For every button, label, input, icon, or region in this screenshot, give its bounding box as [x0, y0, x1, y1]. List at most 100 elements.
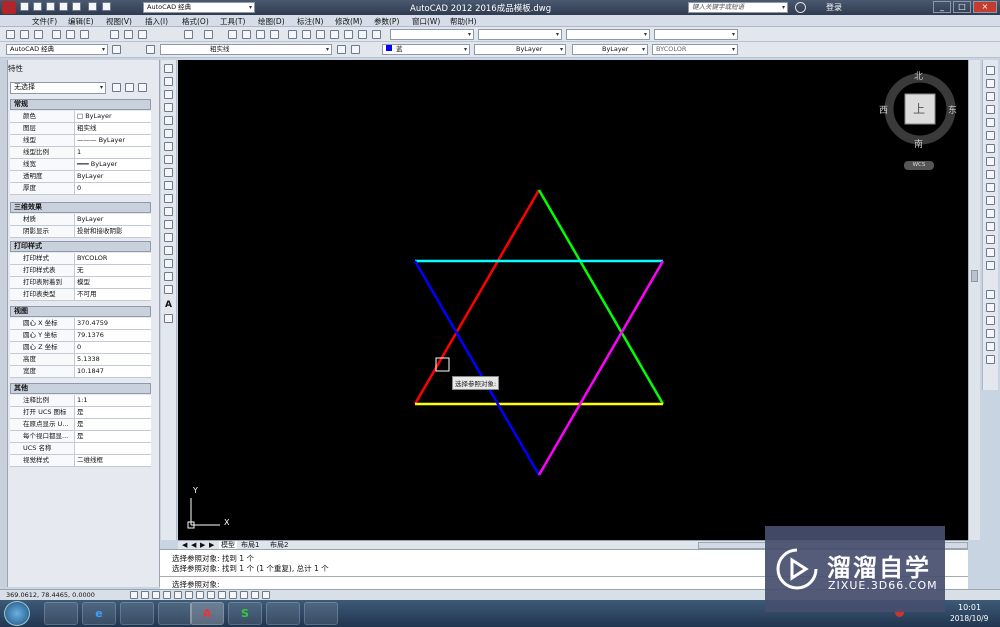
- markup-icon[interactable]: [344, 30, 353, 39]
- open-icon[interactable]: [20, 30, 29, 39]
- publish-icon[interactable]: [80, 30, 89, 39]
- polygon-icon[interactable]: [164, 103, 173, 112]
- menu-modify[interactable]: 修改(M): [335, 16, 362, 27]
- multileader-style-select[interactable]: [654, 29, 738, 40]
- prop-row[interactable]: 图层 粗实线: [10, 123, 151, 135]
- save-icon[interactable]: [34, 30, 43, 39]
- prop-row[interactable]: 打印表类型 不可用: [10, 289, 151, 301]
- viewcube-north[interactable]: 北: [914, 69, 923, 82]
- rotate-icon[interactable]: [986, 144, 995, 153]
- search-input[interactable]: 键入关键字或短语: [688, 2, 788, 13]
- maximize-button[interactable]: □: [953, 1, 971, 13]
- point-icon[interactable]: [164, 233, 173, 242]
- bring-front-icon[interactable]: [986, 303, 995, 312]
- taskbar-notes-icon[interactable]: [266, 602, 300, 625]
- rectangle-icon[interactable]: [164, 116, 173, 125]
- star-edge-blue[interactable]: [413, 260, 541, 476]
- undo-icon[interactable]: [184, 30, 193, 39]
- taskbar-autocad-icon[interactable]: A: [190, 602, 224, 625]
- select-objects-icon[interactable]: [125, 83, 134, 92]
- scroll-thumb[interactable]: [971, 270, 978, 282]
- stretch-icon[interactable]: [986, 170, 995, 179]
- help-icon[interactable]: [372, 30, 381, 39]
- extend-icon[interactable]: [986, 196, 995, 205]
- taskbar-folder-icon[interactable]: [120, 602, 154, 625]
- menu-tools[interactable]: 工具(T): [220, 16, 245, 27]
- open-icon[interactable]: [33, 2, 42, 11]
- taskbar-app-icon[interactable]: [158, 602, 192, 625]
- prop-row[interactable]: 在原点显示 U... 是: [10, 419, 151, 431]
- qp-icon[interactable]: [251, 591, 259, 599]
- tab-nav-first[interactable]: ◀: [182, 541, 187, 549]
- join-icon[interactable]: [986, 222, 995, 231]
- prop-row[interactable]: 透明度 ByLayer: [10, 171, 151, 183]
- menu-view[interactable]: 视图(V): [106, 16, 132, 27]
- section-general[interactable]: 常规: [10, 99, 151, 110]
- array-icon[interactable]: [986, 118, 995, 127]
- insert-block-icon[interactable]: [164, 207, 173, 216]
- make-current-icon[interactable]: [337, 45, 346, 54]
- move-icon[interactable]: [986, 131, 995, 140]
- lineweight-select[interactable]: ByLayer: [572, 44, 648, 55]
- mirror-icon[interactable]: [986, 92, 995, 101]
- table-icon[interactable]: [164, 285, 173, 294]
- prop-row[interactable]: 打印表附着到 模型: [10, 277, 151, 289]
- gradient-icon[interactable]: [164, 259, 173, 268]
- paste-icon[interactable]: [138, 30, 147, 39]
- login-label[interactable]: 登录: [826, 2, 842, 13]
- taskbar-ie-icon[interactable]: e: [82, 602, 116, 625]
- section-plot-style[interactable]: 打印样式: [10, 241, 151, 252]
- fillet-icon[interactable]: [986, 248, 995, 257]
- prop-row[interactable]: 线型比例 1: [10, 147, 151, 159]
- close-button[interactable]: ×: [973, 1, 997, 13]
- sc-icon[interactable]: [262, 591, 270, 599]
- design-center-icon[interactable]: [302, 30, 311, 39]
- tpy-icon[interactable]: [240, 591, 248, 599]
- chamfer-icon[interactable]: [986, 235, 995, 244]
- prop-row[interactable]: 打开 UCS 图标是: [10, 407, 151, 419]
- text-front-icon[interactable]: [986, 329, 995, 338]
- layer-manager-icon[interactable]: [146, 45, 155, 54]
- wcs-menu[interactable]: WCS: [904, 161, 934, 170]
- ortho-icon[interactable]: [163, 591, 171, 599]
- clock-date[interactable]: 2018/10/9: [950, 614, 988, 623]
- section-3d-effects[interactable]: 三维效果: [10, 202, 151, 213]
- minimize-button[interactable]: _: [933, 1, 951, 13]
- taskbar-paint-icon[interactable]: [304, 602, 338, 625]
- break-icon[interactable]: [986, 209, 995, 218]
- tab-layout1[interactable]: 布局1: [241, 541, 259, 549]
- prop-row[interactable]: 视觉样式 二维线框: [10, 455, 151, 467]
- prop-row[interactable]: 阴影显示 投射和接收阴影: [10, 226, 151, 238]
- arc-icon[interactable]: [164, 129, 173, 138]
- offset-icon[interactable]: [986, 105, 995, 114]
- tab-nav-last[interactable]: ▶: [209, 541, 214, 549]
- section-misc[interactable]: 其他: [10, 383, 151, 394]
- viewcube-south[interactable]: 南: [914, 137, 923, 150]
- circle-icon[interactable]: [164, 142, 173, 151]
- undo-icon[interactable]: [88, 2, 97, 11]
- prop-row[interactable]: 线宽 ━━━ ByLayer: [10, 159, 151, 171]
- calculator-icon[interactable]: [358, 30, 367, 39]
- menu-insert[interactable]: 插入(I): [145, 16, 168, 27]
- polyline-icon[interactable]: [164, 90, 173, 99]
- viewcube-east[interactable]: 东: [948, 103, 957, 116]
- explode-icon[interactable]: [986, 261, 995, 270]
- table-style-select[interactable]: [566, 29, 650, 40]
- menu-dimension[interactable]: 标注(N): [297, 16, 323, 27]
- tab-model[interactable]: 模型: [219, 541, 237, 549]
- menu-edit[interactable]: 编辑(E): [68, 16, 94, 27]
- otrack-icon[interactable]: [196, 591, 204, 599]
- tab-nav-next[interactable]: ▶: [200, 541, 205, 549]
- workspace-switcher[interactable]: AutoCAD 经典: [143, 2, 255, 13]
- prop-row[interactable]: 厚度 0: [10, 183, 151, 195]
- selection-select[interactable]: 无选择: [10, 82, 106, 94]
- trim-icon[interactable]: [986, 183, 995, 192]
- section-view[interactable]: 视图: [10, 306, 151, 317]
- star-edge-magenta[interactable]: [537, 260, 665, 476]
- quick-select-icon[interactable]: [138, 83, 147, 92]
- hatch-icon[interactable]: [164, 246, 173, 255]
- dyn-icon[interactable]: [218, 591, 226, 599]
- prop-row[interactable]: 宽度 10.1847: [10, 366, 151, 378]
- construction-line-icon[interactable]: [164, 77, 173, 86]
- scale-icon[interactable]: [986, 157, 995, 166]
